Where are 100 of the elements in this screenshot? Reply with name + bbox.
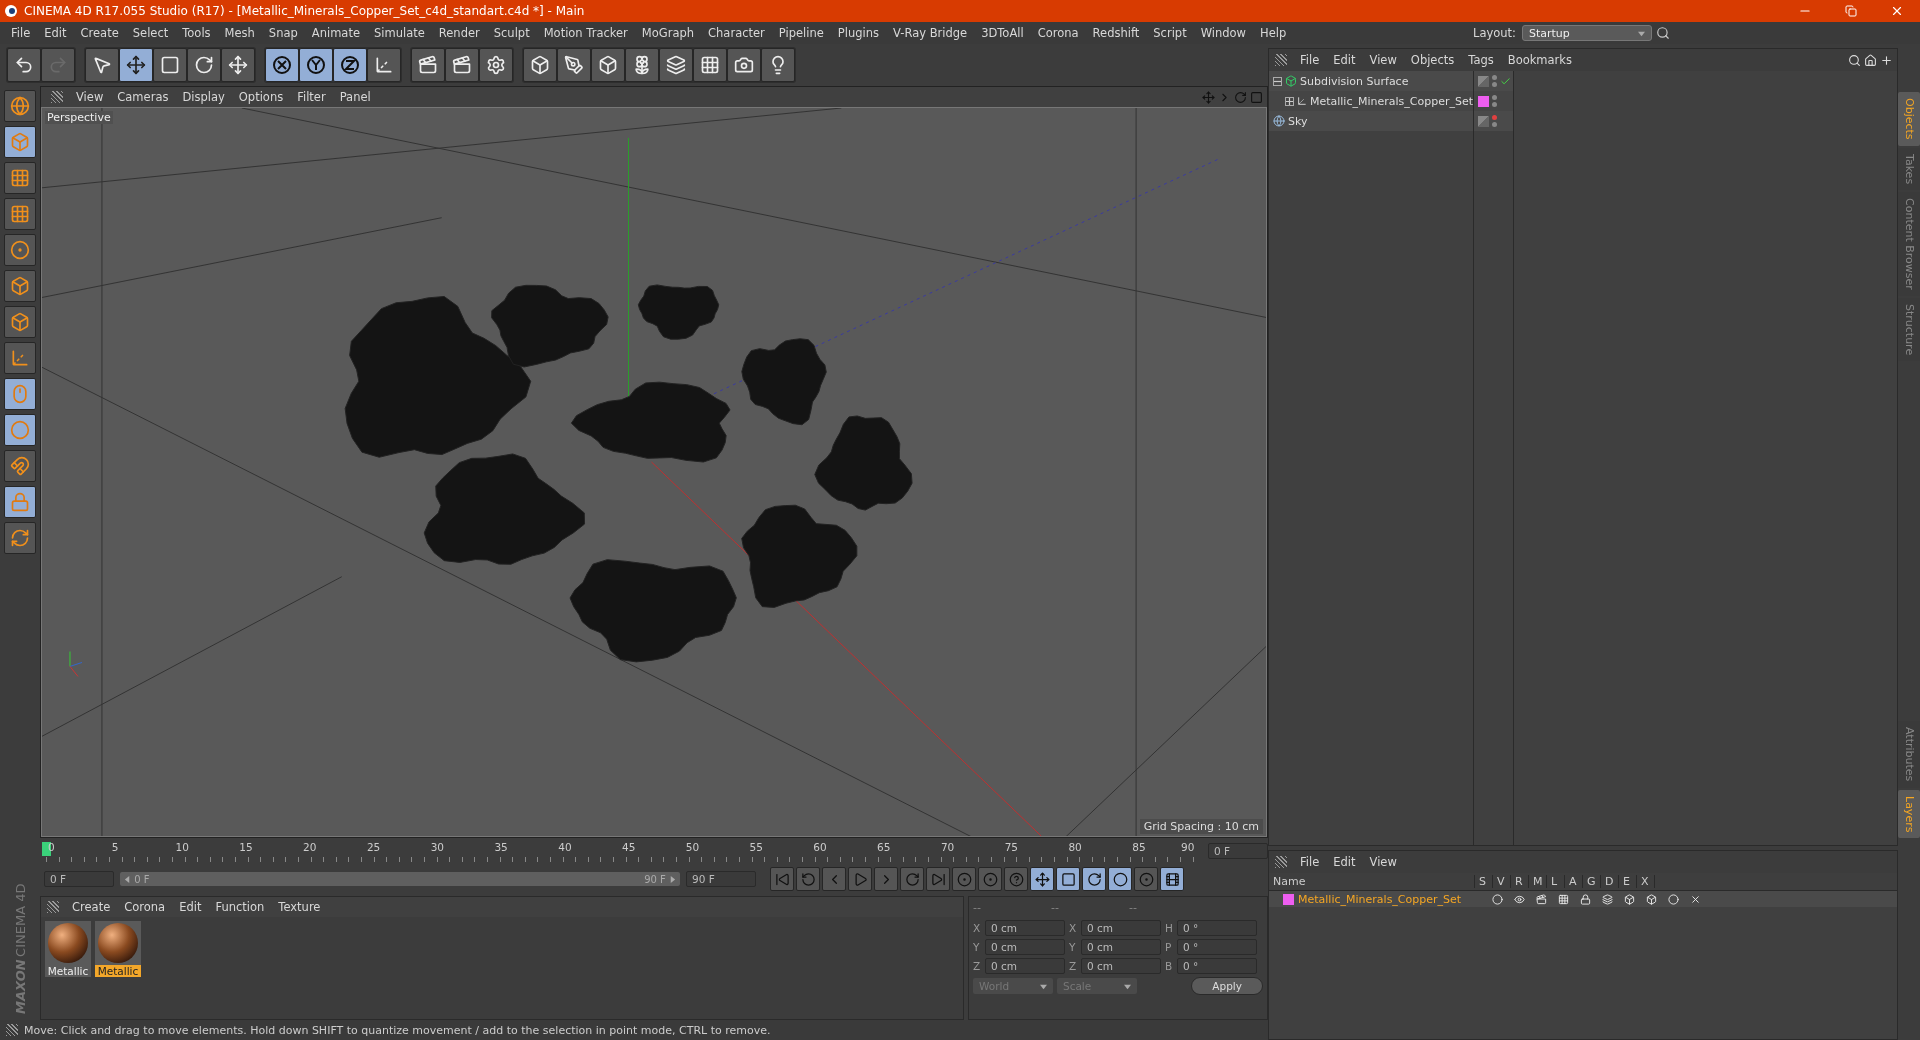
render-picture-tool-button[interactable] bbox=[445, 48, 479, 82]
menu-item[interactable]: V-Ray Bridge bbox=[886, 26, 975, 40]
points-mode-button[interactable] bbox=[4, 234, 36, 266]
viewport-menu-item[interactable]: Options bbox=[231, 90, 291, 104]
viewport-menu-item[interactable]: Cameras bbox=[110, 90, 176, 104]
move-button[interactable] bbox=[1030, 867, 1054, 891]
menu-item[interactable]: MoGraph bbox=[634, 26, 702, 40]
phong-tag-icon[interactable] bbox=[1478, 75, 1489, 87]
scale-button[interactable] bbox=[1056, 867, 1080, 891]
menu-item[interactable]: Simulate bbox=[367, 26, 432, 40]
menu-item[interactable]: Window bbox=[1193, 26, 1253, 40]
enabled-check-icon[interactable] bbox=[1500, 75, 1511, 87]
param-button[interactable] bbox=[1108, 867, 1132, 891]
axis-mode-button[interactable] bbox=[4, 342, 36, 374]
apply-button[interactable]: Apply bbox=[1191, 977, 1263, 995]
visibility-dots[interactable] bbox=[1492, 95, 1497, 107]
select-tool-button[interactable] bbox=[85, 48, 119, 82]
pen-tool-button[interactable] bbox=[557, 48, 591, 82]
layer-toggle-icon[interactable] bbox=[1535, 893, 1547, 905]
layout-dropdown[interactable]: Startup bbox=[1522, 25, 1652, 41]
object-menu-item[interactable]: Tags bbox=[1461, 53, 1501, 67]
layer-toggle-icon[interactable] bbox=[1689, 893, 1701, 905]
size-field[interactable]: 0 cm bbox=[1081, 958, 1161, 974]
cloner-tool-button[interactable] bbox=[625, 48, 659, 82]
menu-item[interactable]: Help bbox=[1253, 26, 1294, 40]
phong-tag-icon[interactable] bbox=[1478, 115, 1489, 127]
snap-mode-button[interactable] bbox=[4, 450, 36, 482]
camera-tool-button[interactable] bbox=[727, 48, 761, 82]
layer-toggle-icon[interactable] bbox=[1667, 893, 1679, 905]
globe-mode-button[interactable] bbox=[4, 90, 36, 122]
move-tool-button[interactable] bbox=[221, 48, 255, 82]
menu-item[interactable]: Edit bbox=[37, 26, 74, 40]
object-row[interactable]: Metallic_Minerals_Copper_Set bbox=[1269, 91, 1473, 111]
end-frame-field[interactable]: 90 F bbox=[686, 871, 756, 887]
position-field[interactable]: 0 cm bbox=[985, 958, 1065, 974]
layer-menu-item[interactable]: Edit bbox=[1326, 855, 1363, 869]
layer-toggle-icon[interactable] bbox=[1645, 893, 1657, 905]
menu-item[interactable]: Animate bbox=[304, 26, 367, 40]
viewport-menu-item[interactable]: View bbox=[69, 90, 111, 104]
workplane-mode-button[interactable] bbox=[4, 198, 36, 230]
subdivide-tool-button[interactable] bbox=[591, 48, 625, 82]
edges-mode-button[interactable] bbox=[4, 270, 36, 302]
object-row[interactable]: Subdivision Surface bbox=[1269, 71, 1473, 91]
layer-row[interactable]: Metallic_Minerals_Copper_Set bbox=[1269, 891, 1897, 907]
layer-toggle-icon[interactable] bbox=[1491, 893, 1503, 905]
layer-toggle-icon[interactable] bbox=[1601, 893, 1613, 905]
menu-item[interactable]: Render bbox=[431, 26, 487, 40]
menu-item[interactable]: Snap bbox=[261, 26, 305, 40]
material-menu-item[interactable]: Edit bbox=[172, 900, 209, 914]
rotation-field[interactable]: 0 ° bbox=[1177, 939, 1257, 955]
layer-menu-item[interactable]: File bbox=[1293, 855, 1327, 869]
search-icon[interactable] bbox=[1656, 26, 1670, 40]
layer-menu-item[interactable]: View bbox=[1362, 855, 1404, 869]
timeline-button[interactable] bbox=[1160, 867, 1184, 891]
home-icon[interactable] bbox=[1864, 53, 1877, 67]
prev-key-button[interactable] bbox=[796, 867, 820, 891]
layer-toggle-icon[interactable] bbox=[1623, 893, 1635, 905]
material-swatch[interactable]: Metallic bbox=[95, 921, 141, 977]
menu-item[interactable]: Plugins bbox=[830, 26, 887, 40]
menu-item[interactable]: Tools bbox=[175, 26, 218, 40]
position-field[interactable]: 0 cm bbox=[985, 920, 1065, 936]
size-field[interactable]: 0 cm bbox=[1081, 939, 1161, 955]
material-menu-item[interactable]: Corona bbox=[117, 900, 173, 914]
viewport-menu-item[interactable]: Panel bbox=[332, 90, 378, 104]
tweak-mode-button[interactable] bbox=[4, 378, 36, 410]
layer-toggle-icon[interactable] bbox=[1579, 893, 1591, 905]
layer-toggle-icon[interactable] bbox=[1557, 893, 1569, 905]
side-tab[interactable]: Layers bbox=[1898, 789, 1920, 838]
z-axis-tool-button[interactable] bbox=[333, 48, 367, 82]
planar-mode-button[interactable] bbox=[4, 522, 36, 554]
menu-item[interactable]: Mesh bbox=[217, 26, 262, 40]
object-menu-item[interactable]: Bookmarks bbox=[1500, 53, 1579, 67]
texture-mode-button[interactable] bbox=[4, 162, 36, 194]
scale-tool-button[interactable] bbox=[153, 48, 187, 82]
viewport-menu-item[interactable]: Display bbox=[175, 90, 232, 104]
size-field[interactable]: 0 cm bbox=[1081, 920, 1161, 936]
search-icon[interactable] bbox=[1848, 53, 1861, 67]
viewport-menu-item[interactable]: Filter bbox=[290, 90, 333, 104]
model-mode-button[interactable] bbox=[4, 126, 36, 158]
solo-mode-button[interactable] bbox=[4, 414, 36, 446]
render-view-tool-button[interactable] bbox=[411, 48, 445, 82]
expand-toggle[interactable] bbox=[1285, 96, 1294, 106]
menu-item[interactable]: Motion Tracker bbox=[536, 26, 635, 40]
undo-tool-button[interactable] bbox=[7, 48, 41, 82]
layer-color-swatch[interactable] bbox=[1478, 95, 1489, 107]
render-settings-tool-button[interactable] bbox=[479, 48, 513, 82]
object-menu-item[interactable]: Objects bbox=[1403, 53, 1462, 67]
side-tab[interactable]: Objects bbox=[1898, 92, 1920, 146]
expand-toggle[interactable] bbox=[1273, 76, 1282, 86]
lock-mode-button[interactable] bbox=[4, 486, 36, 518]
material-menu-item[interactable]: Texture bbox=[271, 900, 328, 914]
polygons-mode-button[interactable] bbox=[4, 306, 36, 338]
light-tool-button[interactable] bbox=[761, 48, 795, 82]
coords-tool-button[interactable] bbox=[367, 48, 401, 82]
menu-item[interactable]: Redshift bbox=[1085, 26, 1147, 40]
rotation-field[interactable]: 0 ° bbox=[1177, 958, 1257, 974]
menu-item[interactable]: Create bbox=[73, 26, 126, 40]
new-view-icon[interactable] bbox=[1880, 53, 1893, 67]
current-frame-field[interactable]: 0 F bbox=[1208, 843, 1268, 859]
object-menu-item[interactable]: View bbox=[1362, 53, 1404, 67]
